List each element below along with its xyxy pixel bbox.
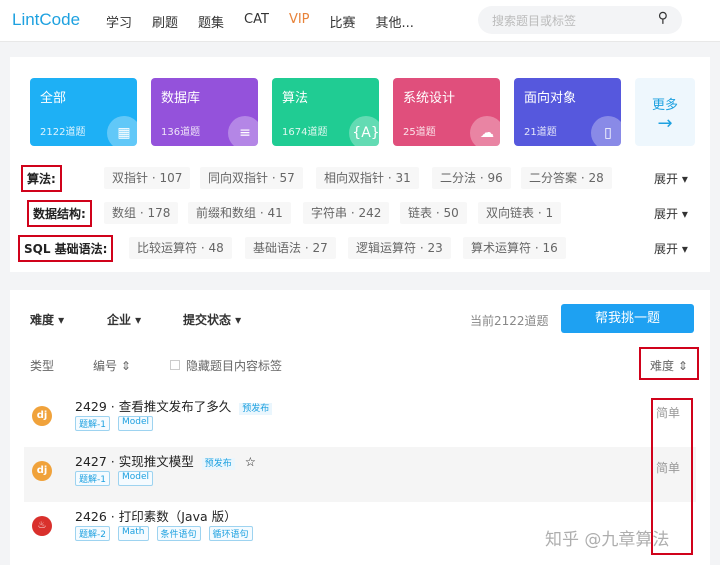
- category-title: 面向对象: [524, 91, 577, 106]
- tag-chip[interactable]: 双向链表 · 1: [478, 202, 562, 224]
- grid-icon: ▦: [107, 116, 137, 146]
- problem-tag[interactable]: 题解-1: [75, 416, 110, 431]
- category-card[interactable]: 全部 2122道题 ▦: [30, 78, 137, 146]
- tag-chip[interactable]: 双指针 · 107: [104, 167, 191, 189]
- submission-status-filter[interactable]: 提交状态 ▾: [183, 311, 241, 328]
- tag-chip[interactable]: 数组 · 178: [104, 202, 179, 224]
- prerelease-badge: 预发布: [201, 458, 235, 470]
- type-column-header: 类型: [30, 359, 55, 373]
- category-card[interactable]: 数据库 136道题 ≡: [151, 78, 258, 146]
- tag-chip[interactable]: 链表 · 50: [400, 202, 467, 224]
- cloud-icon: ☁: [470, 116, 500, 146]
- problem-type-icon: dj: [32, 406, 52, 426]
- tag-chip[interactable]: 同向双指针 · 57: [200, 167, 303, 189]
- category-count: 21道题: [524, 127, 557, 138]
- arrow-right-icon: →: [657, 113, 673, 134]
- tag-group-label-text: SQL 基础语法:: [18, 234, 114, 262]
- nav-menu: 学习 刷题 题集 CAT VIP 比赛 其他...: [106, 12, 414, 31]
- search-input[interactable]: 搜索题目或标签 ⚲: [478, 6, 682, 34]
- problem-count: 当前2122道题: [470, 314, 549, 328]
- expand-button[interactable]: 展开 ▾: [654, 205, 688, 222]
- problem-tags: 题解-2 Math 条件语句 循环语句: [75, 526, 253, 541]
- more-categories-button[interactable]: 更多 →: [635, 78, 695, 146]
- problem-title[interactable]: 2426 · 打印素数（Java 版）: [75, 506, 237, 525]
- nav-more[interactable]: 其他...: [376, 12, 414, 31]
- problem-tags: 题解-1 Model: [75, 471, 154, 486]
- category-card[interactable]: 系统设计 25道题 ☁: [393, 78, 500, 146]
- problem-tag[interactable]: Math: [117, 526, 149, 541]
- tag-chip[interactable]: 前缀和数组 · 41: [188, 202, 291, 224]
- tag-chip[interactable]: 基础语法 · 27: [245, 237, 336, 259]
- nav-contests[interactable]: 比赛: [330, 12, 356, 31]
- watermark: 知乎 @九章算法: [545, 530, 670, 550]
- nav-learn[interactable]: 学习: [106, 12, 132, 31]
- tag-chip[interactable]: 二分法 · 96: [432, 167, 511, 189]
- problem-type-icon: ♨: [32, 516, 52, 536]
- problem-row[interactable]: dj 2427 · 实现推文模型 预发布 ☆ 题解-1 Model 简单: [24, 447, 696, 502]
- problem-tags: 题解-1 Model: [75, 416, 154, 431]
- expand-button[interactable]: 展开 ▾: [654, 240, 688, 257]
- prerelease-badge: 预发布: [239, 403, 273, 415]
- annotation-box: [639, 347, 699, 380]
- top-nav: LintCode 学习 刷题 题集 CAT VIP 比赛 其他... 搜索题目或…: [0, 0, 720, 42]
- problem-tag[interactable]: 题解-2: [75, 526, 110, 541]
- database-icon: ≡: [228, 116, 258, 146]
- tag-chip[interactable]: 算术运算符 · 16: [463, 237, 566, 259]
- category-title: 全部: [40, 91, 67, 106]
- pick-problem-button[interactable]: 帮我挑一题: [561, 304, 694, 333]
- difficulty-filter[interactable]: 难度 ▾: [30, 311, 64, 328]
- category-card[interactable]: 算法 1674道题 {A}: [272, 78, 379, 146]
- company-filter[interactable]: 企业 ▾: [107, 311, 141, 328]
- problem-tag[interactable]: Model: [117, 416, 154, 431]
- problem-tag[interactable]: 条件语句: [156, 526, 201, 541]
- category-title: 系统设计: [403, 91, 456, 106]
- braces-icon: {A}: [349, 116, 379, 146]
- search-icon[interactable]: ⚲: [658, 10, 668, 26]
- star-icon[interactable]: ☆: [245, 454, 256, 469]
- problem-title-text[interactable]: 2426 · 打印素数（Java 版）: [75, 509, 237, 524]
- problem-title-text[interactable]: 2427 · 实现推文模型: [75, 454, 194, 469]
- problem-type-icon: dj: [32, 461, 52, 481]
- number-sort-header[interactable]: 编号 ⇕: [93, 357, 131, 374]
- problem-tag[interactable]: Model: [117, 471, 154, 486]
- problem-tag[interactable]: 题解-1: [75, 471, 110, 486]
- tag-group-label: SQL 基础语法:: [18, 234, 114, 262]
- tag-group-label: 算法:: [21, 164, 62, 192]
- nav-vip[interactable]: VIP: [289, 12, 310, 31]
- category-card[interactable]: 面向对象 21道题 ▯: [514, 78, 621, 146]
- problem-title[interactable]: 2429 · 查看推文发布了多久 预发布: [75, 396, 273, 415]
- category-title: 算法: [282, 91, 309, 106]
- object-icon: ▯: [591, 116, 621, 146]
- category-count: 2122道题: [40, 127, 86, 138]
- tag-chip[interactable]: 字符串 · 242: [303, 202, 390, 224]
- tag-chip[interactable]: 比较运算符 · 48: [129, 237, 232, 259]
- expand-button[interactable]: 展开 ▾: [654, 170, 688, 187]
- tag-group-label-text: 数据结构:: [27, 199, 92, 227]
- nav-practice[interactable]: 刷题: [152, 12, 178, 31]
- problem-title-text[interactable]: 2429 · 查看推文发布了多久: [75, 399, 231, 414]
- hide-tags-checkbox[interactable]: 隐藏题目内容标签: [170, 357, 282, 374]
- tag-chip[interactable]: 逻辑运算符 · 23: [348, 237, 451, 259]
- more-label: 更多: [651, 98, 678, 113]
- problem-row[interactable]: dj 2429 · 查看推文发布了多久 预发布 题解-1 Model 简单: [24, 392, 696, 447]
- nav-cat[interactable]: CAT: [244, 12, 269, 31]
- category-count: 25道题: [403, 127, 436, 138]
- category-count: 136道题: [161, 127, 201, 138]
- tag-chip[interactable]: 相向双指针 · 31: [316, 167, 419, 189]
- search-placeholder: 搜索题目或标签: [492, 14, 577, 28]
- category-title: 数据库: [161, 91, 201, 106]
- category-count: 1674道题: [282, 127, 328, 138]
- tag-group-label: 数据结构:: [27, 199, 92, 227]
- nav-problem-sets[interactable]: 题集: [198, 12, 224, 31]
- lintcode-logo[interactable]: LintCode: [12, 10, 80, 30]
- tag-chip[interactable]: 二分答案 · 28: [521, 167, 612, 189]
- tag-group-label-text: 算法:: [21, 164, 62, 192]
- problem-title[interactable]: 2427 · 实现推文模型 预发布 ☆: [75, 451, 256, 470]
- hide-tags-label: 隐藏题目内容标签: [186, 359, 283, 373]
- problem-tag[interactable]: 循环语句: [208, 526, 253, 541]
